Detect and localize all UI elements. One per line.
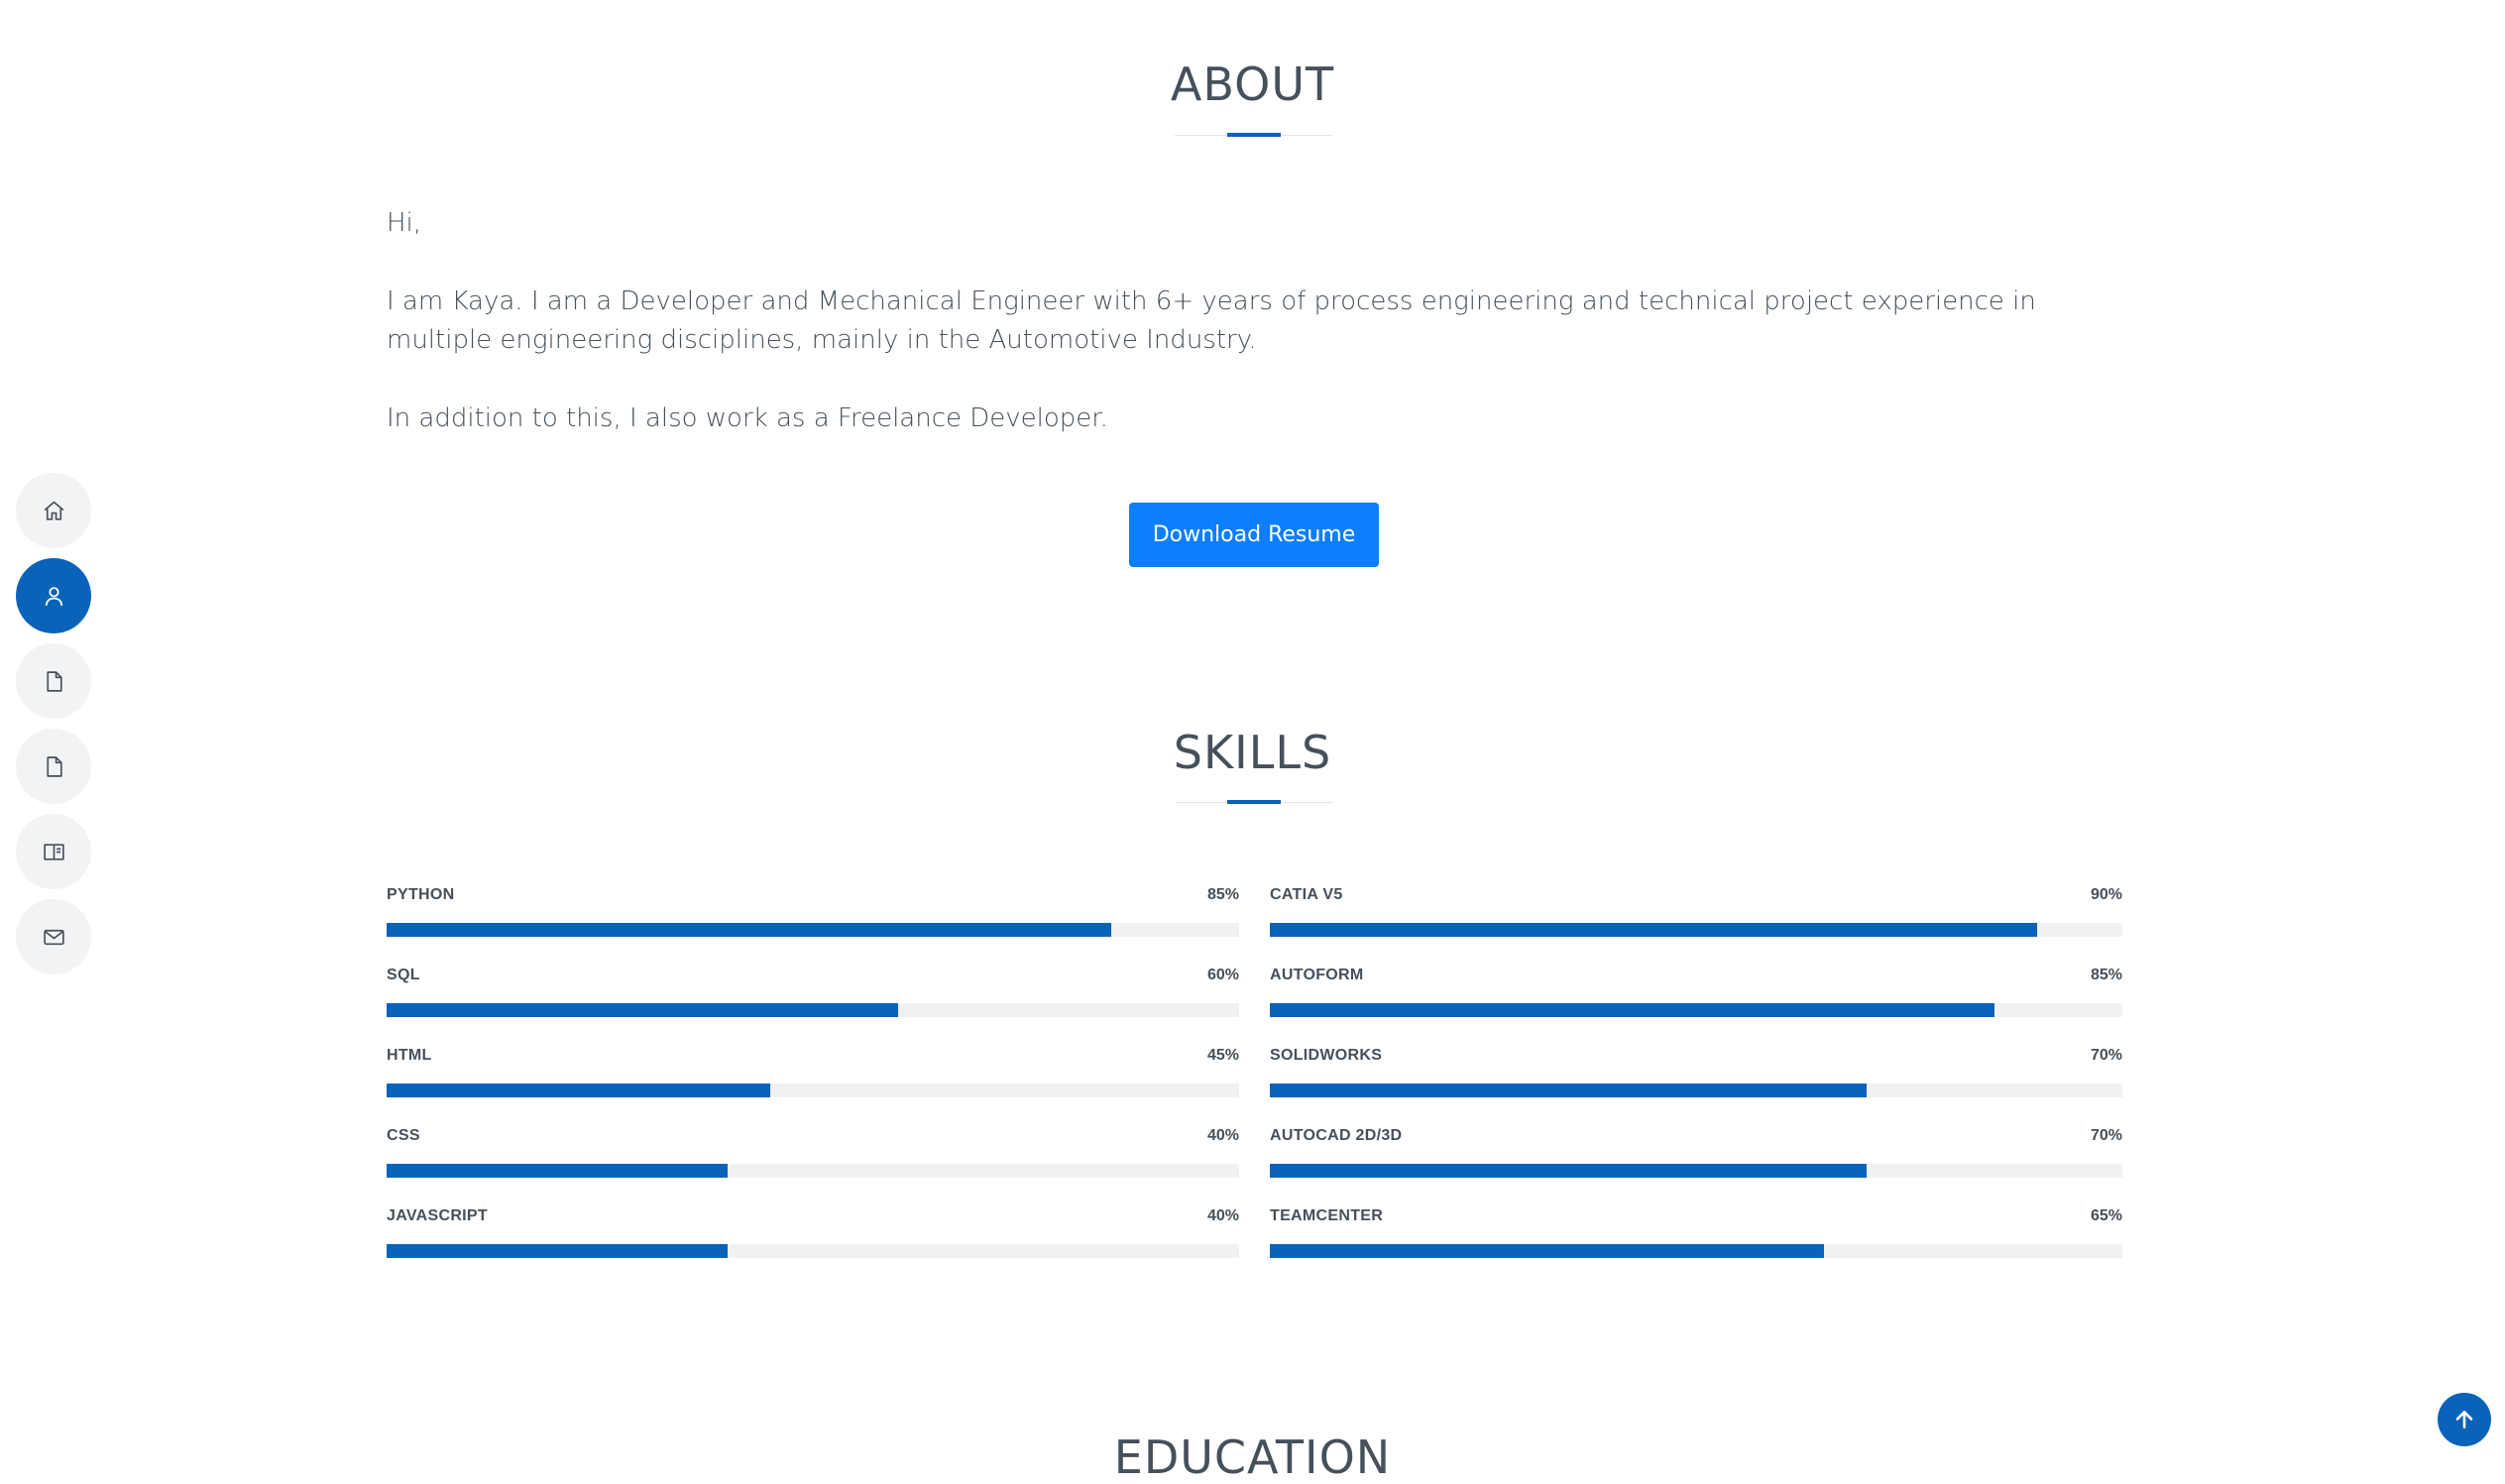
skill-item: CATIA V5 90% — [1270, 886, 2122, 967]
skill-percent: 65% — [2090, 1207, 2122, 1224]
skill-progress-track — [1270, 1084, 2122, 1097]
skill-progress-track — [1270, 1164, 2122, 1178]
skill-progress-fill — [387, 1164, 728, 1178]
skill-item: AUTOFORM 85% — [1270, 967, 2122, 1047]
skill-percent: 60% — [1206, 967, 1239, 983]
skill-item: PYTHON 85% — [387, 886, 1239, 967]
education-title: EDUCATION — [1113, 1430, 1392, 1484]
skills-title: SKILLS — [1173, 726, 1332, 779]
download-resume-button[interactable]: Download Resume — [1129, 503, 1379, 567]
book-icon — [43, 843, 64, 860]
nav-contact-button[interactable] — [16, 899, 91, 974]
nav-resume-button[interactable] — [16, 643, 91, 719]
skill-progress-track — [1270, 1244, 2122, 1258]
skill-percent: 90% — [2090, 886, 2122, 903]
skill-name: AUTOFORM — [1270, 967, 1364, 983]
skill-item: TEAMCENTER 65% — [1270, 1207, 2122, 1288]
home-icon — [44, 501, 63, 520]
skill-progress-track — [387, 1084, 1239, 1097]
skill-progress-fill — [387, 1084, 770, 1097]
skill-name: JAVASCRIPT — [387, 1207, 488, 1224]
skill-percent: 40% — [1206, 1127, 1239, 1144]
skill-name: TEAMCENTER — [1270, 1207, 1384, 1224]
skill-progress-fill — [1270, 1164, 1867, 1178]
skill-percent: 40% — [1206, 1207, 1239, 1224]
skill-name: PYTHON — [387, 886, 455, 903]
skill-progress-track — [387, 1164, 1239, 1178]
skill-progress-track — [1270, 1003, 2122, 1017]
skill-item: CSS 40% — [387, 1127, 1239, 1207]
skill-name: SQL — [387, 967, 420, 983]
skills-right-column: CATIA V5 90% AUTOFORM 85% SOLIDWORKS 70%… — [1270, 886, 2122, 1288]
skill-name: CATIA V5 — [1270, 886, 1343, 903]
nav-services-button[interactable] — [16, 814, 91, 889]
skill-progress-fill — [1270, 1244, 1824, 1258]
skill-progress-fill — [1270, 1084, 1867, 1097]
skill-item: SQL 60% — [387, 967, 1239, 1047]
skill-progress-track — [387, 1003, 1239, 1017]
skill-percent: 70% — [2090, 1047, 2122, 1064]
skill-item: JAVASCRIPT 40% — [387, 1207, 1239, 1288]
back-to-top-button[interactable] — [2438, 1393, 2491, 1446]
person-icon — [45, 586, 62, 606]
about-title-accent — [1227, 133, 1281, 137]
skill-progress-fill — [1270, 923, 2037, 937]
about-title: ABOUT — [1170, 57, 1335, 111]
skill-percent: 85% — [1206, 886, 1239, 903]
skill-percent: 85% — [2090, 967, 2122, 983]
about-paragraph-2: In addition to this, I also work as a Fr… — [387, 403, 1108, 433]
skill-progress-fill — [387, 923, 1111, 937]
envelope-icon — [43, 929, 64, 945]
skill-name: HTML — [387, 1047, 432, 1064]
skill-percent: 45% — [1206, 1047, 1239, 1064]
skill-name: SOLIDWORKS — [1270, 1047, 1383, 1064]
skills-title-accent — [1227, 800, 1281, 804]
skill-item: SOLIDWORKS 70% — [1270, 1047, 2122, 1127]
file-icon — [46, 670, 62, 692]
skill-progress-fill — [387, 1244, 728, 1258]
arrow-up-icon — [2455, 1411, 2473, 1428]
about-greeting: Hi, — [387, 208, 422, 238]
skill-name: CSS — [387, 1127, 420, 1144]
skill-progress-fill — [1270, 1003, 1994, 1017]
nav-about-button[interactable] — [16, 558, 91, 633]
skill-item: AUTOCAD 2D/3D 70% — [1270, 1127, 2122, 1207]
skills-left-column: PYTHON 85% SQL 60% HTML 45% CSS 40% JAVA… — [387, 886, 1239, 1288]
nav-home-button[interactable] — [16, 473, 91, 548]
skill-percent: 70% — [2090, 1127, 2122, 1144]
skill-progress-track — [1270, 923, 2122, 937]
skill-name: AUTOCAD 2D/3D — [1270, 1127, 1403, 1144]
skill-item: HTML 45% — [387, 1047, 1239, 1127]
skill-progress-fill — [387, 1003, 898, 1017]
skill-progress-track — [387, 923, 1239, 937]
about-paragraph-1: I am Kaya. I am a Developer and Mechanic… — [387, 286, 2036, 355]
skill-progress-track — [387, 1244, 1239, 1258]
